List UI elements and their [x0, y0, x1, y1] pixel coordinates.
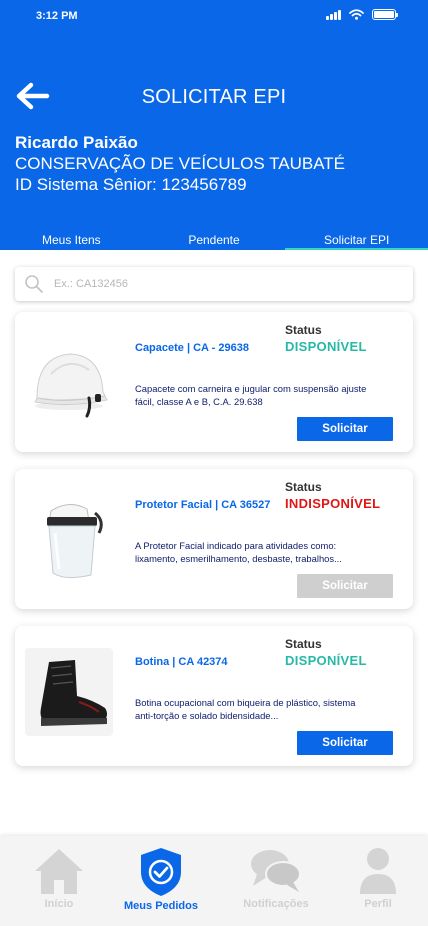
tab-meus-itens[interactable]: Meus Itens [0, 228, 143, 250]
bottom-nav: Início Meus Pedidos Notificações Perfil [0, 836, 428, 926]
item-description: A Protetor Facial indicado para atividad… [135, 540, 342, 564]
nav-inicio[interactable]: Início [19, 846, 99, 910]
search-icon [25, 275, 43, 293]
item-card-capacete: Capacete | CA - 29638 Status DISPONÍVEL … [15, 312, 413, 452]
shield-check-icon [141, 848, 181, 896]
item-description: Capacete com carneira e jugular com susp… [135, 383, 367, 407]
signal-icon [326, 9, 341, 20]
status-time: 3:12 PM [36, 10, 78, 22]
user-name: Ricardo Paixão [15, 133, 138, 152]
tab-pendente[interactable]: Pendente [143, 228, 286, 250]
nav-label: Notificações [243, 898, 309, 910]
status-label: Status [285, 323, 322, 337]
battery-icon [372, 9, 398, 20]
item-card-botina: Botina | CA 42374 Status DISPONÍVEL Boti… [15, 626, 413, 766]
page-title: SOLICITAR EPI [141, 86, 287, 108]
solicitar-button[interactable]: Solicitar [297, 417, 393, 441]
user-system-id: ID Sistema Sênior: 123456789 [15, 175, 247, 194]
nav-label: Perfil [364, 898, 392, 910]
status-bar: 3:12 PM [0, 0, 428, 34]
nav-meus-pedidos[interactable]: Meus Pedidos [121, 846, 201, 912]
wifi-icon [349, 9, 364, 20]
face-shield-image [47, 504, 103, 579]
nav-label: Meus Pedidos [124, 900, 198, 912]
user-department: CONSERVAÇÃO DE VEÍCULOS TAUBATÉ [15, 154, 346, 173]
helmet-image [34, 353, 108, 418]
solicitar-button-disabled[interactable]: Solicitar [297, 574, 393, 598]
item-name: Capacete | CA - 29638 [135, 342, 249, 354]
chat-icon [251, 850, 301, 892]
boot-image [25, 648, 113, 736]
solicitar-button[interactable]: Solicitar [297, 731, 393, 755]
item-description: Botina ocupacional com biqueira de plást… [135, 697, 356, 721]
nav-perfil[interactable]: Perfil [338, 846, 418, 910]
status-badge: DISPONÍVEL [285, 339, 367, 354]
nav-notificacoes[interactable]: Notificações [236, 846, 316, 910]
status-label: Status [285, 637, 322, 651]
user-info: Ricardo Paixão CONSERVAÇÃO DE VEÍCULOS T… [15, 133, 345, 195]
item-name: Protetor Facial | CA 36527 [135, 499, 271, 511]
status-badge: DISPONÍVEL [285, 653, 367, 668]
item-card-protetor-facial: Protetor Facial | CA 36527 Status INDISP… [15, 469, 413, 609]
user-icon [360, 848, 396, 894]
app-header: 3:12 PM SOLICITAR EPI Ricardo Paixão CON… [0, 0, 428, 250]
tab-bar: Meus Itens Pendente Solicitar EPI [0, 228, 428, 250]
item-name: Botina | CA 42374 [135, 656, 228, 668]
tab-solicitar-epi[interactable]: Solicitar EPI [285, 228, 428, 250]
status-label: Status [285, 480, 322, 494]
nav-label: Início [44, 898, 74, 910]
search-input[interactable] [54, 278, 384, 290]
status-badge: INDISPONÍVEL [285, 496, 381, 511]
search-box [15, 267, 413, 301]
home-icon [35, 849, 83, 894]
